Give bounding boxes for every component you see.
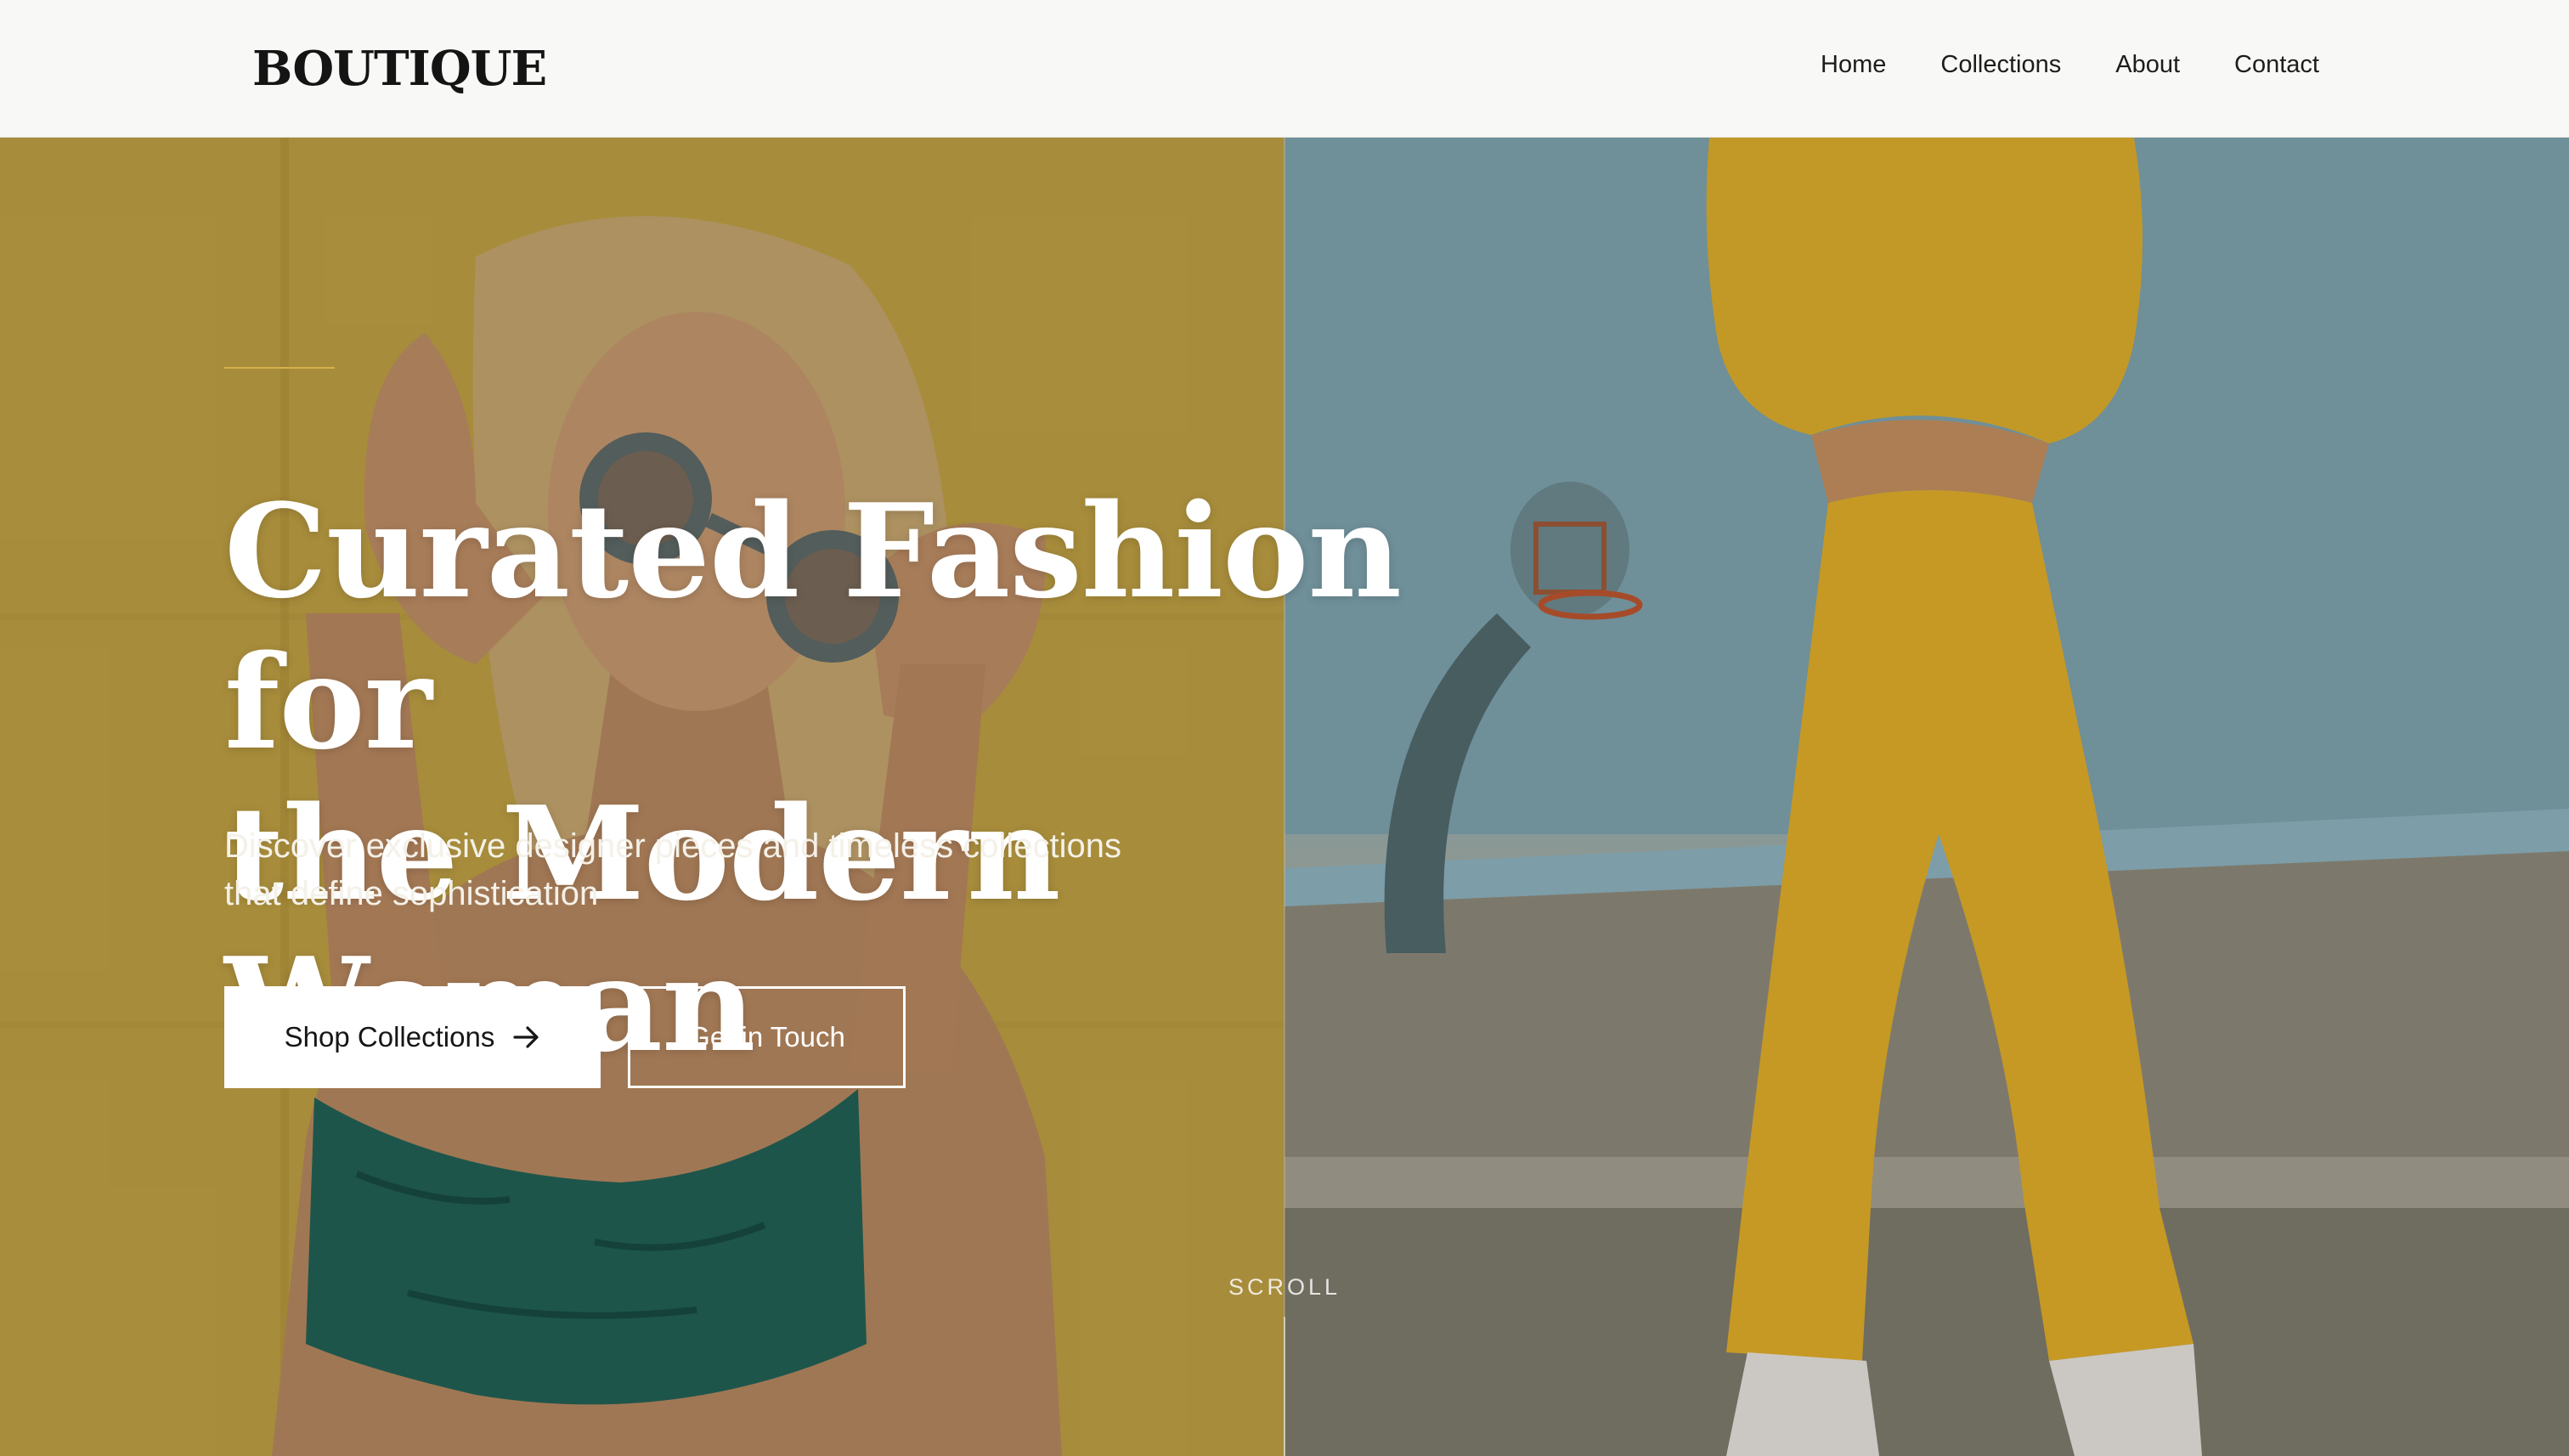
hero-subtitle-line-1: Discover exclusive designer pieces and t… — [224, 827, 1122, 865]
model-tracksuit-illustration — [1284, 138, 2569, 1456]
nav-item-home[interactable]: Home — [1821, 51, 1886, 79]
hero-title-line-1: Curated Fashion for — [224, 475, 1402, 778]
main-nav: Home Collections About Contact — [1821, 51, 2319, 79]
accent-line — [224, 367, 335, 369]
get-in-touch-label: Get in Touch — [688, 1021, 845, 1052]
shop-collections-button[interactable]: Shop Collections — [224, 986, 601, 1088]
scroll-indicator-label[interactable]: SCROLL — [1228, 1274, 1341, 1301]
site-header: BOUTIQUE Home Collections About Contact — [0, 0, 2569, 138]
hero-image-right — [1284, 138, 2569, 1456]
nav-item-about[interactable]: About — [2115, 51, 2180, 79]
hero-subtitle: Discover exclusive designer pieces and t… — [224, 822, 1244, 917]
nav-item-contact[interactable]: Contact — [2234, 51, 2319, 79]
nav-item-collections[interactable]: Collections — [1940, 51, 2061, 79]
brand-logo[interactable]: BOUTIQUE — [252, 41, 547, 97]
arrow-right-icon — [513, 1026, 539, 1048]
hero-subtitle-line-2: that define sophistication — [224, 875, 599, 912]
get-in-touch-button[interactable]: Get in Touch — [628, 986, 906, 1088]
scroll-indicator-line — [1284, 1317, 1285, 1456]
shop-collections-label: Shop Collections — [284, 1021, 495, 1052]
